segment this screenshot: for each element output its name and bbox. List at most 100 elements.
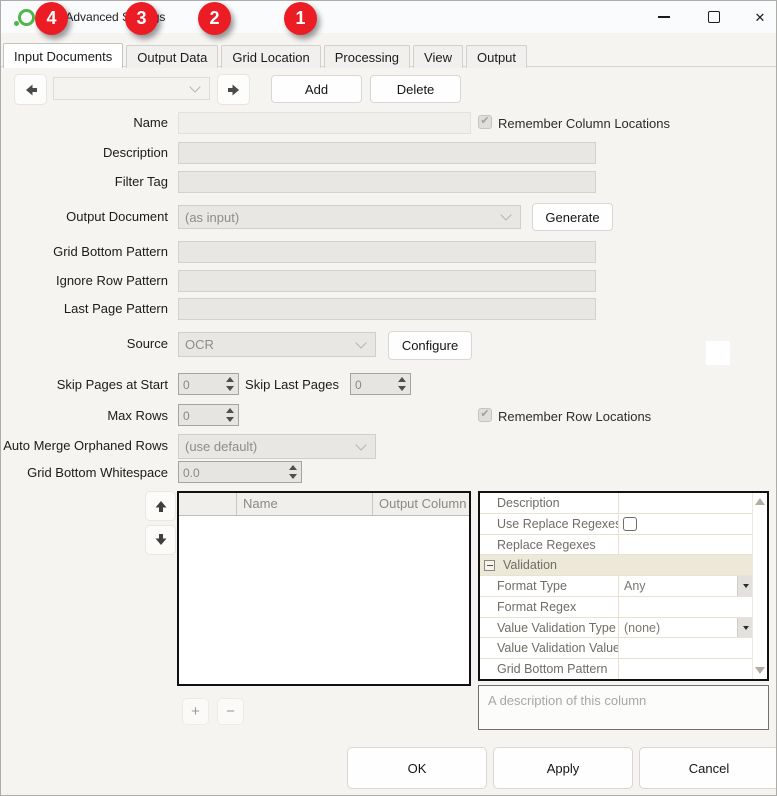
column-property-grid: Description Use Replace Regexes Replace …	[478, 491, 769, 681]
arrow-right-icon	[226, 82, 242, 98]
description-input[interactable]	[178, 142, 596, 164]
spinner-buttons[interactable]	[284, 462, 301, 482]
value-validation-type-cell[interactable]: (none)	[619, 618, 753, 638]
titlebar: Grid Advanced Settings ✕	[1, 1, 776, 33]
spinner-buttons[interactable]	[393, 374, 410, 394]
remember-column-locations-label: Remember Column Locations	[498, 116, 670, 131]
grid-advanced-settings-window: Grid Advanced Settings ✕ 4 3 2 1 Input D…	[0, 0, 777, 796]
dropdown-arrow-icon	[743, 584, 749, 588]
filter-tag-input[interactable]	[178, 171, 596, 193]
columns-table[interactable]: Name Output Column	[177, 491, 471, 686]
skip-pages-at-start-label: Skip Pages at Start	[1, 377, 168, 392]
ignore-row-pattern-label: Ignore Row Pattern	[1, 273, 168, 288]
close-button[interactable]: ✕	[737, 1, 777, 33]
generate-button[interactable]: Generate	[532, 203, 613, 231]
spinner-buttons[interactable]	[221, 405, 238, 425]
tab-grid-location[interactable]: Grid Location	[221, 45, 320, 68]
chevron-down-icon	[189, 81, 200, 92]
grid-bottom-pattern-input[interactable]	[178, 241, 596, 263]
spin-down-icon	[398, 386, 406, 391]
max-rows-spinner[interactable]: 0	[178, 404, 239, 426]
next-item-button[interactable]	[217, 74, 250, 105]
property-row-description[interactable]: Description	[480, 493, 753, 514]
tab-view[interactable]: View	[413, 45, 463, 68]
maximize-button[interactable]	[691, 1, 737, 33]
apply-button[interactable]: Apply	[493, 747, 633, 789]
skip-last-pages-label: Skip Last Pages	[182, 377, 339, 392]
ok-button[interactable]: OK	[347, 747, 487, 789]
column-description-placeholder: A description of this column	[488, 693, 646, 708]
source-combobox[interactable]: OCR	[178, 332, 376, 357]
grooper-logo-icon	[14, 8, 34, 28]
minus-glyph	[487, 565, 493, 566]
grid-bottom-pattern-label: Grid Bottom Pattern	[1, 244, 168, 259]
property-category-validation[interactable]: Validation	[480, 555, 753, 576]
configure-button[interactable]: Configure	[388, 331, 472, 360]
output-column-header[interactable]: Output Column	[373, 493, 469, 515]
white-square-artifact	[706, 341, 730, 365]
value-validation-type-dropdown-button[interactable]	[737, 618, 753, 638]
spin-up-icon	[398, 377, 406, 382]
max-rows-value: 0	[179, 405, 221, 425]
tab-output[interactable]: Output	[466, 45, 527, 68]
add-column-button[interactable]: +	[182, 698, 209, 725]
ignore-row-pattern-input[interactable]	[178, 270, 596, 292]
property-label: Format Type	[480, 576, 619, 596]
minimize-button[interactable]	[641, 1, 687, 33]
property-label: Replace Regexes	[480, 535, 619, 555]
tab-processing[interactable]: Processing	[324, 45, 410, 68]
remember-row-locations-checkbox[interactable]: ✔	[478, 408, 492, 422]
logo-dot	[14, 21, 19, 26]
name-input[interactable]	[178, 112, 471, 134]
description-label: Description	[1, 145, 168, 160]
annotation-badge-3: 3	[125, 2, 158, 35]
property-row-format-regex[interactable]: Format Regex	[480, 597, 753, 618]
scroll-up-icon[interactable]	[755, 498, 765, 505]
move-column-up-button[interactable]	[145, 491, 176, 521]
description-value-cell[interactable]	[619, 493, 753, 513]
replace-regexes-cell[interactable]	[619, 535, 753, 555]
output-document-combobox[interactable]: (as input)	[178, 205, 521, 229]
property-label: Use Replace Regexes	[480, 514, 619, 534]
tab-input-documents[interactable]: Input Documents	[3, 43, 123, 68]
property-row-replace-regexes[interactable]: Replace Regexes	[480, 535, 753, 556]
format-regex-cell[interactable]	[619, 597, 753, 617]
item-selector-combobox[interactable]	[53, 77, 210, 100]
property-row-grid-bottom-pattern[interactable]: Grid Bottom Pattern	[480, 659, 753, 679]
property-grid-scrollbar[interactable]	[752, 493, 767, 679]
column-description-box[interactable]: A description of this column	[478, 685, 769, 730]
name-column-header[interactable]: Name	[237, 493, 373, 515]
property-rows: Description Use Replace Regexes Replace …	[480, 493, 753, 679]
property-row-value-validation-type[interactable]: Value Validation Type (none)	[480, 618, 753, 639]
property-label: Description	[480, 493, 619, 513]
logo-ring	[18, 9, 35, 26]
property-row-use-replace-regexes[interactable]: Use Replace Regexes	[480, 514, 753, 535]
add-button[interactable]: Add	[271, 75, 362, 103]
grid-bottom-pattern-cell[interactable]	[619, 659, 753, 679]
property-label: Grid Bottom Pattern	[480, 659, 619, 679]
property-row-format-type[interactable]: Format Type Any	[480, 576, 753, 597]
grid-bottom-whitespace-spinner[interactable]: 0.0	[178, 461, 302, 483]
max-rows-label: Max Rows	[1, 408, 168, 423]
output-document-label: Output Document	[1, 209, 168, 224]
collapse-icon[interactable]	[484, 560, 495, 571]
move-column-down-button[interactable]	[145, 525, 176, 555]
delete-button[interactable]: Delete	[370, 75, 461, 103]
auto-merge-orphaned-rows-combobox[interactable]: (use default)	[178, 434, 376, 459]
cancel-button[interactable]: Cancel	[639, 747, 777, 789]
property-row-value-validation-value[interactable]: Value Validation Value	[480, 638, 753, 659]
skip-last-pages-spinner[interactable]: 0	[350, 373, 411, 395]
annotation-badge-2: 2	[198, 2, 231, 35]
tab-output-data[interactable]: Output Data	[126, 45, 218, 68]
use-replace-regexes-checkbox[interactable]	[623, 517, 637, 531]
remember-column-locations-checkbox[interactable]: ✔	[478, 115, 492, 129]
remove-column-button[interactable]: −	[217, 698, 244, 725]
format-type-cell[interactable]: Any	[619, 576, 753, 596]
last-page-pattern-input[interactable]	[178, 298, 596, 320]
scroll-down-icon[interactable]	[755, 667, 765, 674]
maximize-icon	[708, 11, 720, 23]
previous-item-button[interactable]	[14, 74, 47, 105]
format-type-dropdown-button[interactable]	[737, 576, 753, 596]
close-icon: ✕	[755, 11, 766, 24]
value-validation-value-cell[interactable]	[619, 638, 753, 658]
